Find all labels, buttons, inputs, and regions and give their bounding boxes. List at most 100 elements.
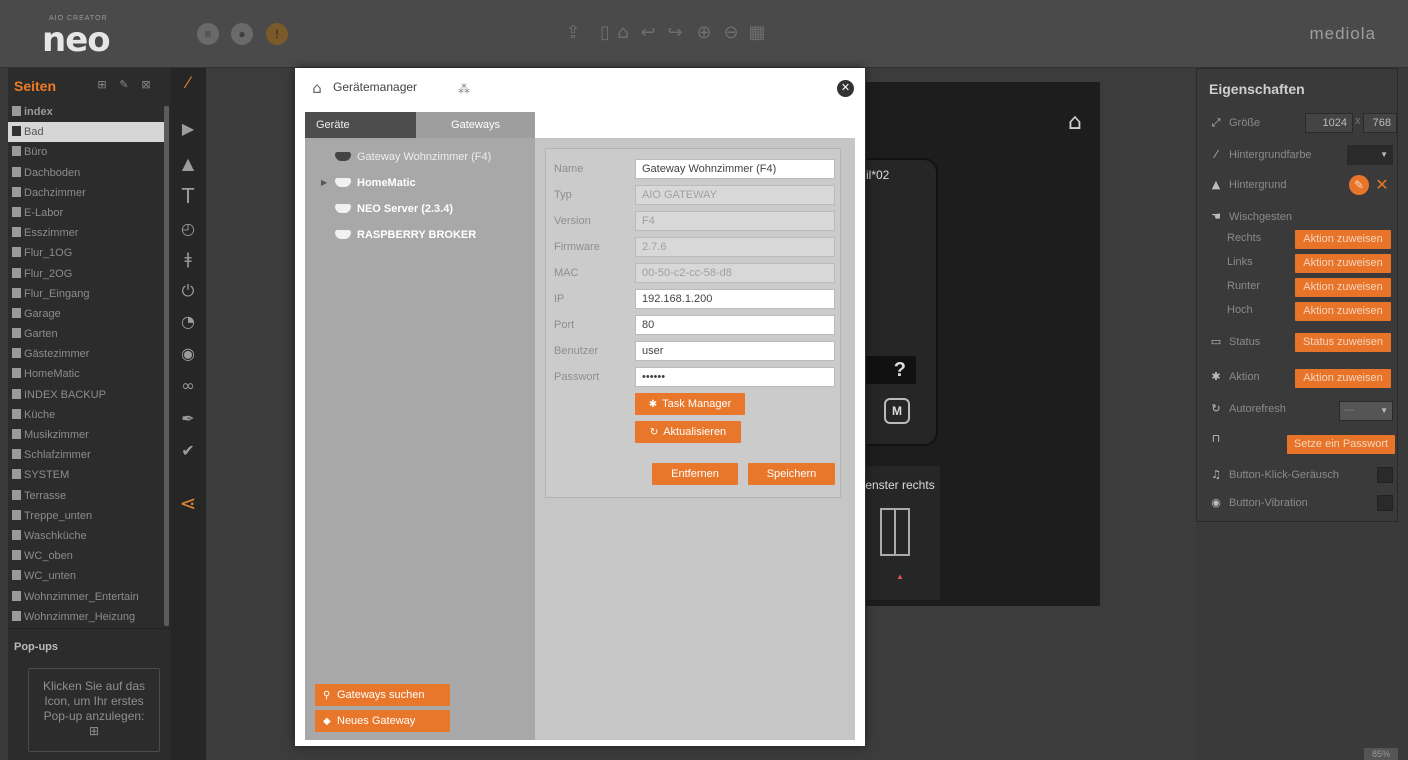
task-manager-button[interactable]: ✱ Task Manager	[635, 393, 745, 415]
page-item[interactable]: Wohnzimmer_Heizung	[8, 607, 164, 627]
autorefresh-row: ↻ Autorefresh	[1209, 399, 1285, 419]
assign-swipe-down-button[interactable]: Aktion zuweisen	[1295, 278, 1391, 297]
status-icon: ▭	[1210, 335, 1222, 348]
tab-devices[interactable]: Geräte	[305, 112, 416, 138]
search-gateways-button[interactable]: ⚲ Gateways suchen	[315, 684, 450, 706]
page-item[interactable]: Garage	[8, 304, 164, 324]
gauge-icon[interactable]: ◔	[177, 311, 199, 333]
delete-page-icon[interactable]: ⊠	[140, 78, 152, 91]
thermometer-icon[interactable]: ǂ	[177, 248, 199, 270]
page-item[interactable]: Wohnzimmer_Entertain	[8, 587, 164, 607]
link-icon[interactable]: ∞	[177, 375, 199, 397]
set-password-button[interactable]: Setze ein Passwort	[1287, 435, 1395, 454]
name-field[interactable]: Gateway Wohnzimmer (F4)	[635, 159, 835, 179]
clock-icon[interactable]: ◴	[177, 218, 199, 240]
port-field[interactable]: 80	[635, 315, 835, 335]
alert-button[interactable]: !	[266, 23, 288, 45]
webcam-icon[interactable]: ◉	[177, 343, 199, 365]
page-item[interactable]: Terrasse	[8, 486, 164, 506]
page-item[interactable]: HomeMatic	[8, 364, 164, 384]
page-item[interactable]: Dachboden	[8, 163, 164, 183]
bg-color-picker[interactable]: ▼	[1347, 145, 1393, 165]
remote-button[interactable]: ●	[231, 23, 253, 45]
add-page-icon[interactable]: ⊞	[96, 78, 108, 91]
zoom-out-icon[interactable]: ⊖	[720, 20, 742, 46]
vibration-checkbox[interactable]	[1377, 495, 1393, 511]
tab-gateways[interactable]: Gateways	[416, 112, 535, 138]
page-item[interactable]: Schlafzimmer	[8, 445, 164, 465]
play-icon[interactable]: ▶	[177, 118, 199, 140]
page-item[interactable]: Dachzimmer	[8, 183, 164, 203]
page-item[interactable]: WC_oben	[8, 546, 164, 566]
page-item[interactable]: SYSTEM	[8, 465, 164, 485]
assign-action-button[interactable]: Aktion zuweisen	[1295, 369, 1391, 388]
redo-icon[interactable]: ↪	[664, 20, 686, 46]
save-button[interactable]: Speichern	[748, 463, 835, 485]
page-item[interactable]: Musikzimmer	[8, 425, 164, 445]
user-field[interactable]: user	[635, 341, 835, 361]
check-icon[interactable]: ✔	[177, 440, 199, 462]
home-icon[interactable]: ⌂	[612, 20, 634, 46]
gateway-item[interactable]: RASPBERRY BROKER	[335, 224, 476, 246]
page-item[interactable]: WC_unten	[8, 566, 164, 586]
page-item[interactable]: Flur_Eingang	[8, 284, 164, 304]
page-item[interactable]: E-Labor	[8, 203, 164, 223]
zoom-in-icon[interactable]: ⊕	[693, 20, 715, 46]
network-icon[interactable]: ⁂	[455, 80, 473, 98]
page-item[interactable]: Büro	[8, 142, 164, 162]
close-icon[interactable]: ✕	[837, 80, 854, 97]
image-icon[interactable]: ▲	[177, 153, 199, 175]
gateway-item[interactable]: NEO Server (2.3.4)	[335, 198, 453, 220]
page-list-scrollbar[interactable]	[164, 106, 169, 626]
page-item[interactable]: Flur_1OG	[8, 243, 164, 263]
height-input[interactable]: 768	[1363, 113, 1397, 133]
dialog-header[interactable]: ⌂ Gerätemanager ⁂ ✕	[295, 68, 865, 110]
autorefresh-select[interactable]: --- ▼	[1339, 401, 1393, 421]
undo-icon[interactable]: ↩	[637, 20, 659, 46]
edit-page-icon[interactable]: ✎	[118, 78, 130, 91]
new-gateway-button[interactable]: ◆ Neues Gateway	[315, 710, 450, 732]
text-icon[interactable]: T	[177, 185, 199, 207]
share-icon[interactable]: ⋖	[177, 492, 199, 514]
upload-icon[interactable]: ⇪	[562, 20, 584, 46]
page-item[interactable]: Flur_2OG	[8, 264, 164, 284]
click-sound-checkbox[interactable]	[1377, 467, 1393, 483]
add-popup-icon[interactable]: ⊞	[29, 724, 159, 739]
gateway-label: HomeMatic	[357, 177, 416, 189]
page-item[interactable]: Esszimmer	[8, 223, 164, 243]
remove-button[interactable]: Entfernen	[652, 463, 738, 485]
width-input[interactable]: 1024	[1305, 113, 1353, 133]
page-item[interactable]: Gästezimmer	[8, 344, 164, 364]
gear-icon: ✱	[1211, 370, 1221, 383]
grid-icon[interactable]: ▦	[746, 20, 768, 46]
page-item[interactable]: Garten	[8, 324, 164, 344]
assign-swipe-left-button[interactable]: Aktion zuweisen	[1295, 254, 1391, 273]
gateway-item[interactable]: ▶ HomeMatic	[321, 172, 416, 194]
page-item[interactable]: INDEX BACKUP	[8, 385, 164, 405]
menu-button[interactable]: ≡	[197, 23, 219, 45]
expand-arrow-icon[interactable]: ▶	[321, 172, 327, 194]
pen-icon[interactable]: ✒	[177, 408, 199, 430]
ip-field[interactable]: 192.168.1.200	[635, 289, 835, 309]
search-gateways-label: Gateways suchen	[337, 689, 425, 701]
password-field[interactable]: ••••••	[635, 367, 835, 387]
page-label: Büro	[24, 146, 48, 159]
page-item[interactable]: Küche	[8, 405, 164, 425]
m-button-icon[interactable]: M	[884, 398, 910, 424]
assign-status-button[interactable]: Status zuweisen	[1295, 333, 1391, 352]
divider	[8, 628, 170, 629]
edit-bg-icon[interactable]: ✎	[1349, 175, 1369, 195]
page-item[interactable]: Treppe_unten	[8, 506, 164, 526]
wand-icon[interactable]: ⁄	[177, 72, 199, 94]
assign-swipe-right-button[interactable]: Aktion zuweisen	[1295, 230, 1391, 249]
home-icon[interactable]: ⌂	[1062, 110, 1088, 136]
assign-swipe-up-button[interactable]: Aktion zuweisen	[1295, 302, 1391, 321]
gateway-item[interactable]: Gateway Wohnzimmer (F4)	[335, 146, 491, 168]
size-label: Größe	[1229, 117, 1261, 129]
remove-bg-icon[interactable]: ✕	[1372, 175, 1392, 195]
page-item[interactable]: index	[8, 102, 164, 122]
page-item[interactable]: Bad	[8, 122, 164, 143]
power-icon[interactable]: ⏻	[177, 280, 199, 302]
refresh-button[interactable]: ↻ Aktualisieren	[635, 421, 741, 443]
page-item[interactable]: Waschküche	[8, 526, 164, 546]
